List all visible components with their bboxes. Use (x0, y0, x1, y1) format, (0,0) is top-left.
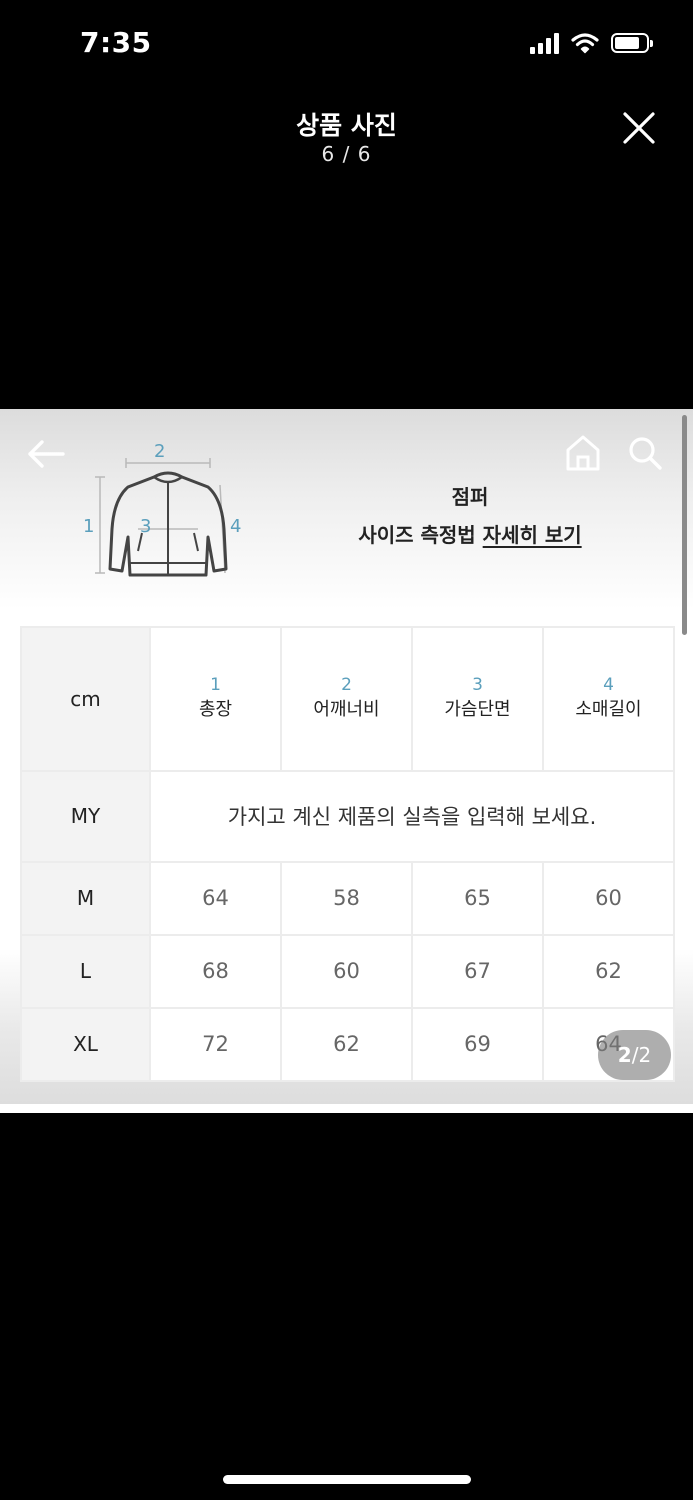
cellular-signal-icon (530, 32, 559, 54)
table-row: L 68 60 67 62 (22, 935, 673, 1007)
back-arrow-icon (28, 440, 65, 468)
table-cell: 65 (413, 862, 542, 934)
row-label: L (22, 935, 149, 1007)
table-cell: 72 (151, 1008, 280, 1080)
unit-cell: cm (22, 628, 149, 771)
scrollbar[interactable] (682, 415, 687, 635)
column-header: 1 총장 (151, 628, 280, 771)
photo-counter: 6 / 6 (321, 142, 372, 166)
diagram-label-1: 1 (83, 516, 94, 537)
search-icon (629, 437, 662, 470)
size-table: cm 1 총장 2 어깨너비 3 가슴단면 4 소매길이 MY 가지고 계신 제품의 실… (20, 626, 675, 1082)
jacket-measure-diagram: 2 1 3 4 (83, 441, 241, 577)
table-row-my: MY 가지고 계신 제품의 실측을 입력해 보세요. (22, 772, 673, 861)
table-cell: 60 (544, 862, 673, 934)
table-header-row: cm 1 총장 2 어깨너비 3 가슴단면 4 소매길이 (22, 628, 673, 771)
table-cell: 69 (413, 1008, 542, 1080)
column-header: 4 소매길이 (544, 628, 673, 771)
product-category: 점퍼 (451, 485, 489, 509)
page-current: 2 (617, 1043, 632, 1067)
diagram-label-4: 4 (230, 516, 241, 537)
diagram-label-2: 2 (154, 441, 165, 462)
row-label: M (22, 862, 149, 934)
status-icons (530, 32, 653, 54)
table-cell: 62 (282, 1008, 411, 1080)
wifi-icon (571, 33, 599, 54)
column-header: 3 가슴단면 (413, 628, 542, 771)
table-cell: 67 (413, 935, 542, 1007)
viewer-title: 상품 사진 (296, 111, 397, 140)
status-bar: 7:35 (0, 0, 693, 90)
table-cell: 58 (282, 862, 411, 934)
table-cell: 68 (151, 935, 280, 1007)
battery-icon (611, 33, 653, 53)
table-row: M 64 58 65 60 (22, 862, 673, 934)
product-photo[interactable]: 2 1 3 4 점퍼 사이즈 측정법 자세히 보기 cm 1 총장 2 어깨너비 3… (0, 409, 693, 1104)
page-total: 2 (638, 1043, 652, 1067)
photo-bottom-edge (0, 1104, 693, 1113)
column-header: 2 어깨너비 (282, 628, 411, 771)
my-measurement-placeholder: 가지고 계신 제품의 실측을 입력해 보세요. (151, 772, 673, 861)
image-page-indicator: 2/2 (598, 1030, 671, 1080)
home-icon (566, 435, 600, 471)
diagram-label-3: 3 (140, 516, 151, 537)
table-cell: 60 (282, 935, 411, 1007)
row-label: XL (22, 1008, 149, 1080)
size-guide-heading: 사이즈 측정법 자세히 보기 (300, 519, 640, 548)
size-guide-detail-link: 자세히 보기 (482, 523, 582, 547)
size-guide-label: 사이즈 측정법 (358, 523, 483, 547)
table-cell: 62 (544, 935, 673, 1007)
table-row: XL 72 62 69 64 (22, 1008, 673, 1080)
home-indicator[interactable] (223, 1475, 471, 1484)
close-icon[interactable] (619, 108, 659, 148)
status-time: 7:35 (80, 26, 152, 59)
table-cell: 64 (151, 862, 280, 934)
row-label: MY (22, 772, 149, 861)
page-separator: / (631, 1043, 639, 1067)
